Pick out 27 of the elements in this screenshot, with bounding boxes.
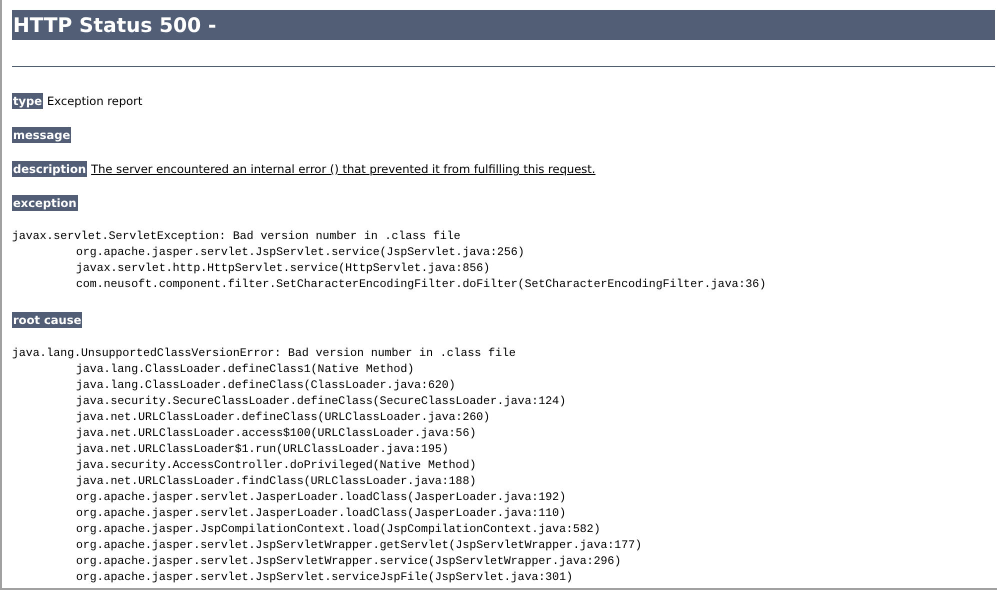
stack-trace-line: javax.servlet.ServletException: Bad version number in .class file: [12, 229, 461, 245]
stack-trace-line: java.lang.ClassLoader.defineClass(ClassLoader.java:620): [76, 378, 456, 394]
stack-trace-line: org.apache.jasper.servlet.JspServlet.service(JspServlet.java:256): [76, 245, 525, 261]
stack-trace-line: java.lang.ClassLoader.defineClass1(Native Method): [76, 362, 414, 378]
stack-trace-line: org.apache.jasper.servlet.JasperLoader.loadClass(JasperLoader.java:192): [76, 490, 566, 506]
stack-trace-line: org.apache.jasper.servlet.JspServlet.serviceJspFile(JspServlet.java:301): [76, 570, 573, 586]
description-link[interactable]: The server encountered an internal error () that prevented it from fulfilling this request.: [91, 162, 596, 176]
section-label: message: [12, 127, 72, 143]
section-label: description: [12, 161, 88, 177]
section-text: Exception report: [47, 94, 142, 108]
stack-trace-line: org.apache.jasper.servlet.JasperLoader.loadClass(JasperLoader.java:110): [76, 506, 566, 522]
section-label: type: [12, 93, 44, 109]
page-title: HTTP Status 500 -: [12, 10, 995, 40]
stack-trace-line: java.net.URLClassLoader$1.run(URLClassLoader.java:195): [76, 442, 449, 458]
stack-trace-line: org.apache.jasper.servlet.JspServletWrapper.service(JspServletWrapper.java:296): [76, 554, 622, 570]
stack-trace-line: com.neusoft.component.filter.SetCharacterEncodingFilter.doFilter(SetCharacterEncodingFilter.java:36): [76, 277, 766, 293]
stack-trace-line: java.security.AccessController.doPrivileged(Native Method): [76, 458, 476, 474]
stack-trace-line: java.net.URLClassLoader.findClass(URLClassLoader.java:188): [76, 474, 476, 490]
stack-trace-line: javax.servlet.http.HttpServlet.service(HttpServlet.java:856): [76, 261, 490, 277]
stack-trace-line: java.security.SecureClassLoader.defineClass(SecureClassLoader.java:124): [76, 394, 566, 410]
stack-trace-line: java.lang.UnsupportedClassVersionError: Bad version number in .class file: [12, 346, 516, 362]
stack-trace-line: org.apache.jasper.JspCompilationContext.load(JspCompilationContext.java:582): [76, 522, 600, 538]
section-label: root cause: [12, 312, 82, 328]
stack-trace-line: java.net.URLClassLoader.defineClass(URLClassLoader.java:260): [76, 410, 490, 426]
stack-trace-line: org.apache.jasper.servlet.JspServletWrapper.getServlet(JspServletWrapper.java:177): [76, 538, 642, 554]
section-label: exception: [12, 195, 78, 211]
stack-trace-line: java.net.URLClassLoader.access$100(URLClassLoader.java:56): [76, 426, 476, 442]
